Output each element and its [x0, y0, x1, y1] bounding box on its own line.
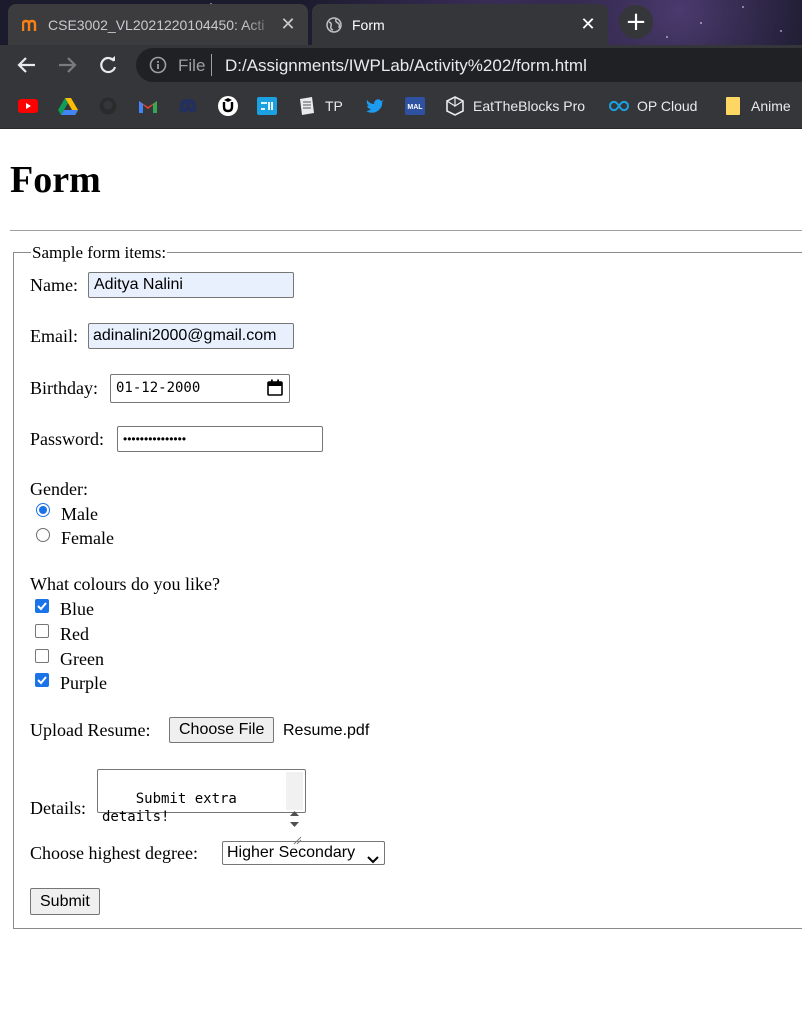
- degree-select[interactable]: Higher Secondary: [222, 841, 385, 865]
- chevron-down-icon: [367, 849, 379, 871]
- radio-female-label: Female: [61, 528, 114, 548]
- radio-male-label: Male: [61, 504, 98, 524]
- checkbox-purple[interactable]: [35, 673, 49, 687]
- myanimelist-icon: MAL: [405, 96, 425, 116]
- page-content: Form Sample form items: Name: Aditya Nal…: [0, 129, 802, 1022]
- bookmark-github[interactable]: [98, 96, 126, 116]
- bookmark-youtube[interactable]: [18, 96, 46, 116]
- bookmark-freecodecamp[interactable]: [257, 96, 285, 116]
- udemy-icon: [218, 96, 238, 116]
- divider: [10, 230, 802, 231]
- email-label: Email:: [30, 326, 78, 346]
- eattheblocks-icon: [445, 96, 465, 116]
- resume-label: Upload Resume:: [30, 720, 151, 740]
- bookmark-udemy[interactable]: [218, 96, 246, 116]
- op-cloud-icon: [609, 96, 629, 116]
- tab-form[interactable]: Form ✕: [312, 4, 608, 45]
- bookmarks-bar: TP MAL EatTheBlocks Pro OP Cloud Anime: [0, 85, 802, 129]
- tab-title: Form: [352, 16, 385, 33]
- bookmark-tp[interactable]: TP: [297, 96, 343, 116]
- bookmark-label: OP Cloud: [637, 98, 698, 114]
- fieldset-legend: Sample form items:: [31, 243, 168, 263]
- radio-female[interactable]: [36, 528, 50, 542]
- github-icon: [98, 96, 118, 116]
- checkbox-green[interactable]: [35, 649, 49, 663]
- bookmark-discord[interactable]: [178, 96, 206, 116]
- bookmark-op-cloud[interactable]: OP Cloud: [609, 96, 697, 116]
- close-icon[interactable]: ✕: [278, 14, 298, 35]
- checkbox-purple-label: Purple: [60, 673, 107, 693]
- resume-filename: Resume.pdf: [283, 722, 370, 739]
- colours-label: What colours do you like?: [30, 574, 220, 594]
- toolbar: File D:/Assignments/IWPLab/Activity%202/…: [0, 45, 802, 85]
- bookmark-google-drive[interactable]: [58, 96, 86, 116]
- url-scheme: File: [178, 56, 206, 75]
- bookmark-myanimelist[interactable]: MAL: [405, 96, 433, 116]
- tab-strip: CSE3002_VL2021220104450: Acti ✕ Form ✕ +: [0, 0, 802, 45]
- browser-chrome: CSE3002_VL2021220104450: Acti ✕ Form ✕ +…: [0, 0, 802, 129]
- address-bar[interactable]: File D:/Assignments/IWPLab/Activity%202/…: [136, 48, 802, 82]
- folder-icon: [723, 96, 743, 116]
- bookmark-anime[interactable]: Anime: [723, 96, 791, 116]
- name-label: Name:: [30, 275, 78, 295]
- discord-icon: [178, 96, 198, 116]
- checkbox-red-label: Red: [60, 624, 89, 644]
- degree-label: Choose highest degree:: [30, 843, 198, 863]
- svg-text:MAL: MAL: [407, 104, 423, 111]
- textarea-scrollbar[interactable]: [286, 772, 303, 845]
- birthday-label: Birthday:: [30, 378, 98, 398]
- bookmark-gmail[interactable]: [138, 96, 166, 116]
- google-drive-icon: [58, 96, 78, 116]
- email-input[interactable]: adinalini2000@gmail.com: [88, 323, 294, 349]
- freecodecamp-icon: [257, 96, 277, 116]
- details-label: Details:: [30, 798, 86, 818]
- close-icon[interactable]: ✕: [578, 14, 598, 35]
- choose-file-button[interactable]: Choose File: [169, 717, 275, 743]
- radio-male[interactable]: [36, 503, 50, 517]
- gender-label: Gender:: [30, 479, 88, 499]
- page-title: Form: [10, 159, 101, 201]
- checkbox-blue[interactable]: [35, 599, 49, 613]
- bookmark-eattheblocks[interactable]: EatTheBlocks Pro: [445, 96, 585, 116]
- twitter-icon: [365, 96, 385, 116]
- submit-button[interactable]: Submit: [30, 888, 100, 915]
- calendar-icon[interactable]: [267, 379, 283, 404]
- back-button[interactable]: [15, 53, 39, 77]
- details-textarea[interactable]: Submit extra details!: [97, 769, 306, 845]
- bookmark-label: EatTheBlocks Pro: [473, 98, 586, 114]
- new-tab-button[interactable]: +: [619, 5, 653, 39]
- gmail-icon: [138, 96, 158, 116]
- degree-selected: Higher Secondary: [227, 844, 356, 861]
- birthday-input[interactable]: 01-12-2000: [110, 374, 290, 403]
- password-label: Password:: [30, 429, 105, 449]
- tab-title: CSE3002_VL2021220104450: Acti: [48, 16, 265, 33]
- reload-button[interactable]: [96, 53, 120, 77]
- moodle-icon: [22, 17, 38, 33]
- checkbox-red[interactable]: [35, 624, 49, 638]
- url-separator: [211, 54, 212, 76]
- bookmark-label: Anime: [751, 98, 791, 114]
- bookmark-twitter[interactable]: [365, 96, 393, 116]
- checkbox-blue-label: Blue: [60, 599, 94, 619]
- name-input[interactable]: Aditya Nalini: [88, 272, 294, 298]
- password-input[interactable]: •••••••••••••••: [117, 426, 323, 452]
- info-icon[interactable]: [149, 56, 167, 74]
- forward-button[interactable]: [55, 53, 79, 77]
- tab-moodle[interactable]: CSE3002_VL2021220104450: Acti ✕: [8, 4, 308, 45]
- checkbox-green-label: Green: [60, 649, 104, 669]
- globe-icon: [326, 16, 342, 33]
- url-text[interactable]: D:/Assignments/IWPLab/Activity%202/form.…: [225, 56, 587, 76]
- birthday-value: 01-12-2000: [116, 380, 201, 396]
- youtube-icon: [18, 96, 38, 116]
- tp-icon: [297, 96, 317, 116]
- bookmark-label: TP: [325, 98, 343, 114]
